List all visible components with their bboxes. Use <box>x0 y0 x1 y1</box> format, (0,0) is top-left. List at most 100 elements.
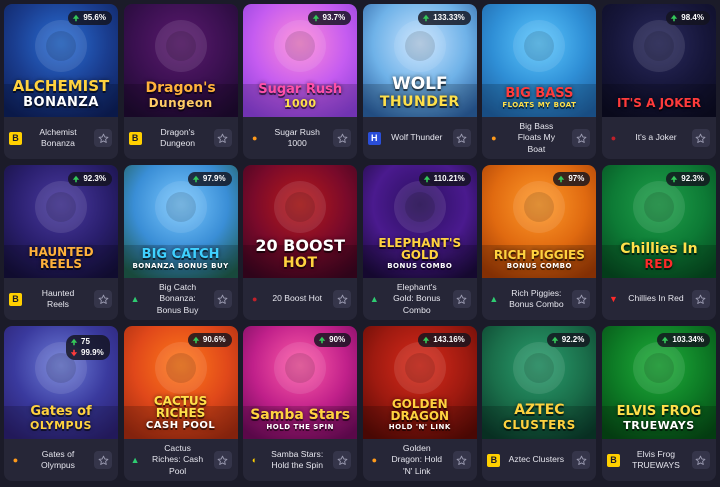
favorite-button[interactable] <box>94 129 112 147</box>
game-meta-row: B Aztec Clusters <box>482 439 596 481</box>
game-thumbnail[interactable]: WOLF THUNDER 133.33% <box>362 4 477 117</box>
game-thumbnail[interactable]: Dragon's Dungeon <box>123 4 238 117</box>
favorite-button[interactable] <box>572 451 591 469</box>
game-card[interactable]: ELVIS FROG TRUEWAYS 103.34% B Elvis Frog TRU… <box>601 326 716 481</box>
game-thumbnail[interactable]: IT'S A JOKER 98.4% <box>601 4 716 117</box>
rtp-value: 90.6% <box>202 335 226 344</box>
game-name[interactable]: Haunted Reels <box>28 288 88 311</box>
arrow-up-icon <box>312 14 319 22</box>
game-thumbnail[interactable]: Sugar Rush 1000 93.7% <box>243 4 358 117</box>
game-card[interactable]: BIG CATCH BONANZA BONUS BUY 97.9% ▲ Big Catc… <box>123 165 238 320</box>
game-meta-row: ▲ Elephant's Gold: Bonus Combo <box>363 278 477 320</box>
game-name[interactable]: Big Catch Bonanza: Bonus Buy <box>148 282 208 317</box>
game-thumbnail[interactable]: CACTUS RICHES CASH POOL 90.6% <box>123 326 238 439</box>
star-outline-icon <box>337 455 348 465</box>
game-art-subtitle: BONANZA <box>23 95 99 110</box>
game-name[interactable]: Elephant's Gold: Bonus Combo <box>387 282 447 317</box>
game-thumbnail[interactable]: ALCHEMIST BONANZA 95.6% <box>4 4 118 117</box>
game-name[interactable]: Dragon's Dungeon <box>148 127 208 150</box>
favorite-button[interactable] <box>691 451 710 469</box>
favorite-button[interactable] <box>213 290 232 308</box>
game-card[interactable]: Samba Stars HOLD THE SPIN 90% ◐ Samba Stars:… <box>243 326 358 481</box>
star-outline-icon <box>456 133 467 143</box>
game-name[interactable]: Rich Piggies: Bonus Combo <box>506 288 566 311</box>
arrow-up-icon <box>551 336 558 344</box>
favorite-button[interactable] <box>572 129 591 147</box>
game-art-title-main: RICH PIGGIES <box>493 248 585 262</box>
favorite-button[interactable] <box>213 129 232 147</box>
game-thumbnail[interactable]: HAUNTED REELS 92.3% <box>4 165 118 278</box>
favorite-button[interactable] <box>452 129 471 147</box>
favorite-button[interactable] <box>333 451 352 469</box>
rtp-badge: 97% <box>553 172 591 186</box>
game-name[interactable]: Wolf Thunder <box>387 132 447 144</box>
rtp-badge: 133.33% <box>418 11 471 25</box>
game-thumbnail[interactable]: BIG BASS FLOATS MY BOAT <box>482 4 597 117</box>
favorite-button[interactable] <box>94 451 112 469</box>
game-card[interactable]: ALCHEMIST BONANZA 95.6% B Alchemist Bonanza <box>4 4 118 159</box>
arrow-up-icon <box>671 14 678 22</box>
favorite-button[interactable] <box>691 290 710 308</box>
game-thumbnail[interactable]: ELVIS FROG TRUEWAYS 103.34% <box>601 326 716 439</box>
game-thumbnail[interactable]: GOLDEN DRAGON HOLD 'N' LINK 143.16% <box>362 326 477 439</box>
game-name[interactable]: Aztec Clusters <box>506 454 566 466</box>
rtp-value: 95.6% <box>83 13 106 22</box>
game-art-title: ELEPHANT'S GOLD BONUS COMBO <box>363 237 477 270</box>
game-card[interactable]: BIG BASS FLOATS MY BOAT ● Big Bass Floats M… <box>482 4 597 159</box>
pragmatic-logo-icon: ● <box>491 133 497 143</box>
game-card[interactable]: Dragon's Dungeon B Dragon's Dungeon <box>123 4 238 159</box>
game-name[interactable]: Elvis Frog TRUEWAYS <box>626 449 686 472</box>
favorite-button[interactable] <box>333 129 352 147</box>
game-thumbnail[interactable]: Samba Stars HOLD THE SPIN 90% <box>243 326 358 439</box>
game-meta-row: ● Big Bass Floats My Boat <box>482 117 596 159</box>
game-name[interactable]: Cactus Riches: Cash Pool <box>148 443 208 478</box>
game-card[interactable]: 20 BOOST HOT ● 20 Boost Hot <box>243 165 358 320</box>
favorite-button[interactable] <box>94 290 112 308</box>
favorite-button[interactable] <box>213 451 232 469</box>
rtp-badge: 95.6% <box>68 11 112 25</box>
game-name[interactable]: Sugar Rush 1000 <box>267 127 327 150</box>
favorite-button[interactable] <box>452 451 471 469</box>
game-card[interactable]: HAUNTED REELS 92.3% B Haunted Reels <box>4 165 118 320</box>
game-art-subtitle: CLUSTERS <box>503 418 576 432</box>
game-name[interactable]: 20 Boost Hot <box>267 293 327 305</box>
game-card[interactable]: GOLDEN DRAGON HOLD 'N' LINK 143.16% ● Golden… <box>362 326 477 481</box>
game-meta-row: ◐ Samba Stars: Hold the Spin <box>243 439 357 481</box>
game-name[interactable]: Samba Stars: Hold the Spin <box>267 449 327 472</box>
game-art-subtitle: 1000 <box>283 97 317 110</box>
game-thumbnail[interactable]: RICH PIGGIES BONUS COMBO 97% <box>482 165 597 278</box>
favorite-button[interactable] <box>691 129 710 147</box>
star-outline-icon <box>217 133 228 143</box>
star-outline-icon <box>696 455 706 465</box>
rtp-badge: 98.4% <box>666 11 710 25</box>
game-meta-row: H Wolf Thunder <box>363 117 477 159</box>
game-thumbnail[interactable]: Gates of OLYMPUS 75 99.9% <box>4 326 118 439</box>
game-thumbnail[interactable]: ELEPHANT'S GOLD BONUS COMBO 110.21% <box>362 165 477 278</box>
favorite-button[interactable] <box>333 290 352 308</box>
game-thumbnail[interactable]: AZTEC CLUSTERS 92.2% <box>482 326 597 439</box>
game-card[interactable]: ELEPHANT'S GOLD BONUS COMBO 110.21% ▲ Elepha… <box>362 165 477 320</box>
favorite-button[interactable] <box>572 290 591 308</box>
game-name[interactable]: Gates of Olympus <box>28 449 88 472</box>
favorite-button[interactable] <box>452 290 471 308</box>
game-card[interactable]: Sugar Rush 1000 93.7% ● Sugar Rush 1000 <box>243 4 358 159</box>
game-name[interactable]: Alchemist Bonanza <box>28 127 88 150</box>
game-name[interactable]: Big Bass Floats My Boat <box>506 121 566 156</box>
game-card[interactable]: WOLF THUNDER 133.33% H Wolf Thunder <box>362 4 477 159</box>
game-name[interactable]: Chillies In Red <box>626 293 686 305</box>
game-name[interactable]: Golden Dragon: Hold 'N' Link <box>387 443 447 478</box>
game-name[interactable]: It's a Joker <box>626 132 686 144</box>
game-card[interactable]: RICH PIGGIES BONUS COMBO 97% ▲ Rich Piggies:… <box>482 165 597 320</box>
game-card[interactable]: Gates of OLYMPUS 75 99.9% ● Gates of Olympus <box>4 326 118 481</box>
star-outline-icon <box>696 133 706 143</box>
game-thumbnail[interactable]: Chillies In RED 92.3% <box>601 165 716 278</box>
game-thumbnail[interactable]: 20 BOOST HOT <box>243 165 358 278</box>
game-card[interactable]: CACTUS RICHES CASH POOL 90.6% ▲ Cactus Riche… <box>123 326 238 481</box>
game-art-title-main: ALCHEMIST <box>12 77 110 95</box>
game-meta-row: ● 20 Boost Hot <box>243 278 357 320</box>
game-card[interactable]: IT'S A JOKER 98.4% ● It's a Joker <box>601 4 716 159</box>
game-card[interactable]: Chillies In RED 92.3% ▼ Chillies In Red <box>601 165 716 320</box>
game-card[interactable]: AZTEC CLUSTERS 92.2% B Aztec Clusters <box>482 326 597 481</box>
game-thumbnail[interactable]: BIG CATCH BONANZA BONUS BUY 97.9% <box>123 165 238 278</box>
game-art-subtitle: Dungeon <box>148 96 213 110</box>
